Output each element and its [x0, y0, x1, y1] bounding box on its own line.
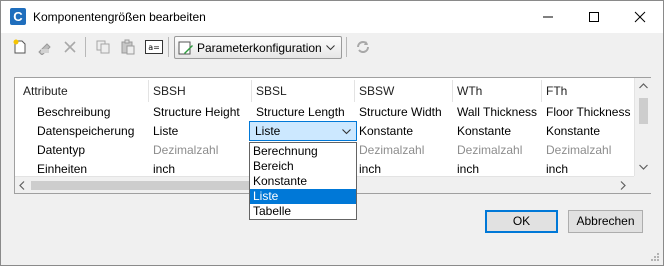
- table-cell[interactable]: Floor Thickness: [542, 103, 634, 122]
- table-cell[interactable]: Wall Thickness: [453, 103, 541, 122]
- dialog-window: C Komponentengrößen bearbeiten a= Parame…: [0, 0, 664, 266]
- edit-button[interactable]: [34, 36, 56, 58]
- parameter-config-label: Parameterkonfiguration: [197, 41, 322, 55]
- toolbar: a= Parameterkonfiguration: [1, 33, 663, 61]
- minimize-icon: [543, 16, 553, 18]
- column-header-sbsw[interactable]: SBSW: [354, 80, 452, 102]
- cancel-button[interactable]: Abbrechen: [568, 210, 643, 233]
- dropdown-option-konstante[interactable]: Konstante: [250, 174, 356, 189]
- refresh-icon: [357, 41, 369, 53]
- scroll-left-icon[interactable]: [19, 181, 25, 190]
- table-cell: Dezimalzahl: [457, 143, 523, 157]
- column-header-sbsh[interactable]: SBSH: [148, 80, 251, 102]
- row-label: Datenspeicherung: [37, 124, 135, 138]
- grid-header: Attribute SBSH SBSL SBSW WTh FTh: [15, 80, 635, 102]
- table-cell[interactable]: Konstante: [542, 122, 634, 141]
- table-cell: Dezimalzahl: [546, 143, 612, 157]
- paste-icon: [121, 39, 135, 55]
- maximize-button[interactable]: [571, 1, 617, 33]
- combobox-value: Liste: [255, 124, 281, 138]
- close-icon: [634, 11, 646, 23]
- refresh-button[interactable]: [352, 36, 374, 58]
- toolbar-separator: [168, 37, 169, 57]
- table-cell[interactable]: Structure Width: [355, 103, 452, 122]
- dropdown-option-bereich[interactable]: Bereich: [250, 159, 356, 174]
- new-icon: [13, 39, 26, 54]
- new-button[interactable]: [9, 36, 31, 58]
- maximize-icon: [589, 12, 599, 22]
- paste-button[interactable]: [117, 36, 139, 58]
- column-header-fth[interactable]: FTh: [541, 80, 634, 102]
- table-cell: Dezimalzahl: [359, 143, 425, 157]
- delete-button[interactable]: [59, 36, 81, 58]
- parameter-config-icon: [178, 41, 193, 55]
- close-button[interactable]: [617, 1, 663, 33]
- column-header-sbsl[interactable]: SBSL: [251, 80, 354, 102]
- row-label: Datentyp: [37, 143, 86, 157]
- app-icon: C: [10, 8, 26, 25]
- copy-button[interactable]: [92, 36, 114, 58]
- chevron-down-icon: [342, 129, 351, 135]
- chevron-down-icon: [326, 45, 335, 51]
- table-cell[interactable]: Konstante: [453, 122, 541, 141]
- table-cell[interactable]: Structure Length: [252, 103, 354, 122]
- table-cell: Dezimalzahl: [153, 143, 219, 157]
- insert-variable-icon: a=: [145, 40, 163, 54]
- table-cell[interactable]: Konstante: [355, 122, 452, 141]
- delete-icon: [64, 41, 76, 53]
- toolbar-separator: [346, 37, 347, 57]
- data-storage-combobox[interactable]: Liste: [249, 121, 357, 141]
- dropdown-option-berechnung[interactable]: Berechnung: [250, 144, 356, 159]
- dropdown-option-tabelle[interactable]: Tabelle: [250, 204, 356, 219]
- vertical-scroll-thumb[interactable]: [639, 98, 648, 124]
- insert-variable-button[interactable]: a=: [142, 36, 164, 58]
- table-row: Beschreibung Structure Height Structure …: [15, 103, 634, 122]
- scrollbar-corner: [634, 176, 651, 193]
- scroll-right-icon[interactable]: [620, 181, 626, 190]
- table-cell[interactable]: Liste: [149, 122, 251, 141]
- row-label: Beschreibung: [37, 105, 111, 119]
- minimize-button[interactable]: [525, 1, 571, 33]
- toolbar-separator: [85, 37, 86, 57]
- copy-icon: [96, 40, 110, 54]
- title-bar: C Komponentengrößen bearbeiten: [1, 1, 663, 33]
- scroll-up-icon[interactable]: [639, 83, 648, 89]
- table-cell[interactable]: Structure Height: [149, 103, 251, 122]
- column-header-wth[interactable]: WTh: [452, 80, 541, 102]
- svg-text:a=: a=: [148, 43, 160, 52]
- vertical-scrollbar[interactable]: [634, 78, 651, 176]
- scroll-down-icon[interactable]: [639, 164, 648, 170]
- dropdown-option-liste[interactable]: Liste: [250, 189, 356, 204]
- window-title: Komponentengrößen bearbeiten: [33, 10, 206, 24]
- parameter-config-dropdown[interactable]: Parameterkonfiguration: [174, 36, 342, 59]
- data-storage-dropdown-list: Berechnung Bereich Konstante Liste Tabel…: [249, 142, 357, 220]
- column-header-attribute[interactable]: Attribute: [15, 80, 148, 102]
- resize-grip-icon[interactable]: [650, 252, 660, 262]
- edit-icon: [38, 43, 51, 55]
- ok-button[interactable]: OK: [485, 210, 558, 233]
